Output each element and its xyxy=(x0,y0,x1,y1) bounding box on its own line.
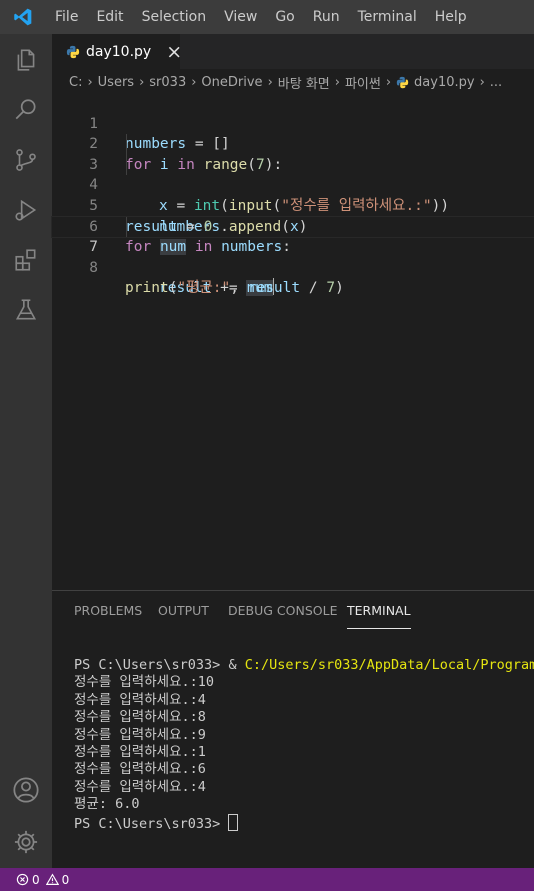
python-file-icon xyxy=(66,45,80,59)
search-icon[interactable] xyxy=(0,86,52,134)
terminal-line: 정수를 입력하세요.:1 xyxy=(74,744,206,761)
breadcrumb-user[interactable]: sr033 xyxy=(149,75,186,90)
warning-icon xyxy=(45,873,59,886)
tab-output[interactable]: OUTPUT xyxy=(158,591,209,631)
breadcrumb-file[interactable]: day10.py xyxy=(414,75,475,90)
code-line: 8 print("평균:", result / 7) xyxy=(52,237,534,297)
tab-terminal[interactable]: TERMINAL xyxy=(347,591,411,631)
chevron-right-icon: › xyxy=(191,74,197,90)
chevron-right-icon: › xyxy=(139,74,145,90)
indent-guide xyxy=(126,154,127,176)
error-count: 0 xyxy=(32,872,40,887)
account-icon[interactable] xyxy=(0,766,52,814)
editor-area: day10.py × C: › Users › sr033 › OneDrive › 바… xyxy=(51,34,534,590)
terminal-line: 평균: 6.0 xyxy=(74,796,140,813)
terminal-line: 정수를 입력하세요.:8 xyxy=(74,709,206,726)
problems-status[interactable]: 0 0 xyxy=(16,873,69,887)
code-line-active: 7 result += num xyxy=(51,215,534,297)
extensions-icon[interactable] xyxy=(0,236,52,284)
terminal-line: 정수를 입력하세요.:4 xyxy=(74,691,206,708)
tab-debug-console[interactable]: DEBUG CONSOLE xyxy=(228,591,337,631)
terminal-line: 정수를 입력하세요.:9 xyxy=(74,726,206,743)
run-debug-icon[interactable] xyxy=(0,186,52,234)
menu-selection[interactable]: Selection xyxy=(133,0,216,34)
status-bar: 0 0 xyxy=(0,868,534,891)
code-line: 6 for num in numbers: xyxy=(52,196,534,256)
testing-flask-icon[interactable] xyxy=(0,286,52,334)
breadcrumb-onedrive[interactable]: OneDrive xyxy=(201,75,262,90)
chevron-right-icon: › xyxy=(267,74,273,90)
menu-terminal[interactable]: Terminal xyxy=(349,0,426,34)
title-bar: File Edit Selection View Go Run Terminal… xyxy=(0,0,534,34)
line-number: 8 xyxy=(89,259,98,276)
breadcrumb: C: › Users › sr033 › OneDrive › 바탕 화면 › 파이썬 › … xyxy=(52,69,534,95)
breadcrumb-drive[interactable]: C: xyxy=(69,75,82,90)
chevron-right-icon: › xyxy=(87,74,93,90)
settings-gear-icon[interactable] xyxy=(0,818,52,866)
terminal-line: 정수를 입력하세요.:4 xyxy=(74,778,206,795)
tab-close-icon[interactable]: × xyxy=(166,41,182,63)
warning-count: 0 xyxy=(61,872,70,887)
chevron-right-icon: › xyxy=(334,74,340,90)
tab-filename: day10.py xyxy=(86,43,152,60)
source-control-icon[interactable] xyxy=(0,136,52,184)
breadcrumb-more[interactable]: ... xyxy=(490,75,502,90)
terminal-line: PS C:\Users\sr033> & C:/Users/sr033/AppD… xyxy=(74,657,534,673)
terminal-line: 정수를 입력하세요.:10 xyxy=(74,674,214,691)
terminal-line: 정수를 입력하세요.:6 xyxy=(74,761,206,778)
menu-run[interactable]: Run xyxy=(304,0,349,34)
chevron-right-icon: › xyxy=(479,74,485,90)
code-line: 1 numbers = [] xyxy=(52,93,534,153)
tab-day10-py[interactable]: day10.py × xyxy=(52,34,182,69)
code-line: 5 result = 0 xyxy=(52,175,534,235)
activity-bar xyxy=(0,34,52,868)
breadcrumb-users[interactable]: Users xyxy=(98,75,134,90)
code-line: 2 for i in range(7): xyxy=(52,114,534,173)
terminal-line: PS C:\Users\sr033> xyxy=(74,813,534,833)
indent-guide xyxy=(126,216,127,238)
python-file-icon xyxy=(396,76,409,89)
code-line: 4 numbers.append(x) xyxy=(52,154,534,235)
indent-guide xyxy=(126,134,127,155)
menu-view[interactable]: View xyxy=(215,0,266,34)
terminal-output[interactable]: PS C:\Users\sr033> & C:/Users/sr033/AppD… xyxy=(74,657,534,833)
code-editor[interactable]: 1 numbers = [] 2 for i in range(7): 3 x … xyxy=(51,93,534,297)
terminal-cursor xyxy=(228,813,239,831)
breadcrumb-folder[interactable]: 파이썬 xyxy=(345,73,381,92)
tab-bar: day10.py × xyxy=(52,34,534,69)
chevron-right-icon: › xyxy=(385,74,392,90)
breadcrumb-desktop[interactable]: 바탕 화면 xyxy=(278,73,330,92)
menu-file[interactable]: File xyxy=(46,0,87,34)
explorer-icon[interactable] xyxy=(0,36,52,84)
tab-problems[interactable]: PROBLEMS xyxy=(74,591,142,631)
menu-help[interactable]: Help xyxy=(426,0,476,34)
vscode-logo-icon xyxy=(0,0,46,34)
menu-go[interactable]: Go xyxy=(266,0,303,34)
error-icon xyxy=(16,873,29,886)
bottom-panel: PROBLEMS OUTPUT DEBUG CONSOLE TERMINAL P… xyxy=(52,590,534,869)
code-line: 3 x = int(input("정수를 입력하세요.:")) xyxy=(52,134,534,214)
menu-edit[interactable]: Edit xyxy=(87,0,132,34)
